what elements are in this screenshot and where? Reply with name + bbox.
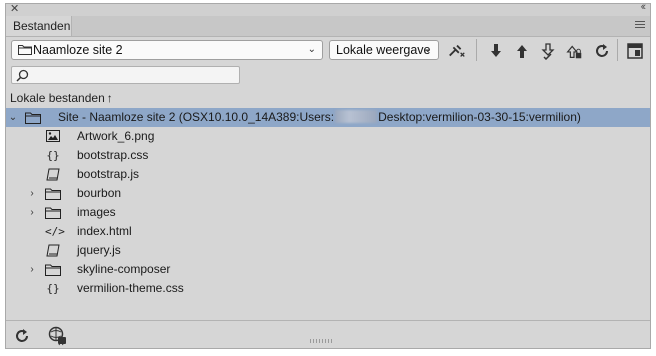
folder-icon [18, 45, 32, 55]
chevron-down-icon[interactable]: ⌄ [8, 108, 18, 127]
tree-item-label: bootstrap.css [77, 148, 149, 162]
view-select[interactable]: Lokale weergave ⌄ [329, 40, 439, 60]
tree-item[interactable]: › bourbon [6, 184, 650, 203]
refresh-icon[interactable] [14, 328, 30, 344]
tree-item[interactable]: › images [6, 203, 650, 222]
tree-item[interactable]: {} bootstrap.css [6, 146, 650, 165]
html-icon: </> [45, 225, 65, 238]
tree-item-label: images [77, 205, 116, 219]
check-out-icon[interactable] [538, 42, 558, 60]
collapse-panel-icon[interactable]: ‹‹ [641, 4, 647, 13]
site-select-value: Naamloze site 2 [33, 43, 123, 57]
css-icon: {} [46, 282, 60, 295]
disconnect-icon[interactable] [447, 42, 467, 60]
tree-root-label-suffix: Desktop:vermilion-03-30-15:vermilion) [378, 110, 581, 124]
tree-item[interactable]: › skyline-composer [6, 260, 650, 279]
tree-item-label: jquery.js [77, 243, 121, 257]
refresh-icon[interactable] [592, 42, 612, 60]
site-log-icon[interactable] [48, 326, 68, 346]
tab-bestanden[interactable]: Bestanden [6, 16, 72, 36]
view-select-value: Lokale weergave [336, 43, 431, 57]
toolbar-divider [617, 39, 618, 61]
tree-item-label: Artwork_6.png [77, 129, 155, 143]
tree-item[interactable]: Artwork_6.png [6, 127, 650, 146]
toolbar-divider [476, 39, 477, 61]
folder-open-icon [25, 112, 41, 124]
files-panel: ✕ ‹‹ Bestanden Naamloze site 2 ⌄ Lokale … [5, 3, 651, 349]
local-files-header[interactable]: Lokale bestanden ↑ [10, 91, 113, 105]
redacted-username [335, 110, 378, 123]
tree-root-site[interactable]: ⌄ Site - Naamloze site 2 (OSX10.10.0_14A… [6, 108, 650, 127]
image-icon [46, 130, 60, 142]
folder-icon [45, 207, 61, 219]
sort-ascending-icon: ↑ [106, 91, 113, 105]
js-icon [46, 168, 60, 181]
chevron-right-icon[interactable]: › [27, 184, 37, 203]
check-in-icon[interactable] [564, 42, 584, 60]
folder-icon [45, 264, 61, 276]
tree-item[interactable]: bootstrap.js [6, 165, 650, 184]
chevron-down-icon: ⌄ [423, 44, 432, 55]
tree-item-label: bourbon [77, 186, 122, 200]
search-icon [16, 69, 29, 82]
js-icon [46, 244, 60, 257]
expand-panel-icon[interactable] [625, 42, 645, 60]
chevron-right-icon[interactable]: › [27, 260, 37, 279]
panel-menu-icon[interactable] [635, 21, 645, 30]
bottom-toolbar [6, 320, 650, 348]
tree-item-label: vermilion-theme.css [77, 281, 184, 295]
resize-grip[interactable] [310, 339, 332, 343]
tree-item-label: skyline-composer [77, 262, 171, 276]
folder-icon [45, 188, 61, 200]
chevron-right-icon[interactable]: › [27, 203, 37, 222]
site-select[interactable]: Naamloze site 2 ⌄ [11, 40, 323, 60]
tab-row: Bestanden [6, 16, 650, 37]
get-files-icon[interactable] [486, 42, 506, 60]
tree-root-label-prefix: Site - Naamloze site 2 (OSX10.10.0_14A38… [58, 110, 335, 124]
tree-item[interactable]: jquery.js [6, 241, 650, 260]
tree-item-label: index.html [77, 224, 132, 238]
close-panel-icon[interactable]: ✕ [10, 4, 19, 15]
search-input[interactable] [11, 66, 240, 84]
put-files-icon[interactable] [512, 42, 532, 60]
css-icon: {} [46, 149, 60, 162]
chevron-down-icon: ⌄ [307, 44, 316, 55]
file-tree: ⌄ Site - Naamloze site 2 (OSX10.10.0_14A… [6, 108, 650, 320]
local-files-label: Lokale bestanden [10, 91, 105, 105]
tree-item-label: bootstrap.js [77, 167, 140, 181]
panel-titlebar: ✕ ‹‹ [6, 4, 650, 16]
tree-item[interactable]: </> index.html [6, 222, 650, 241]
tree-item[interactable]: {} vermilion-theme.css [6, 279, 650, 298]
